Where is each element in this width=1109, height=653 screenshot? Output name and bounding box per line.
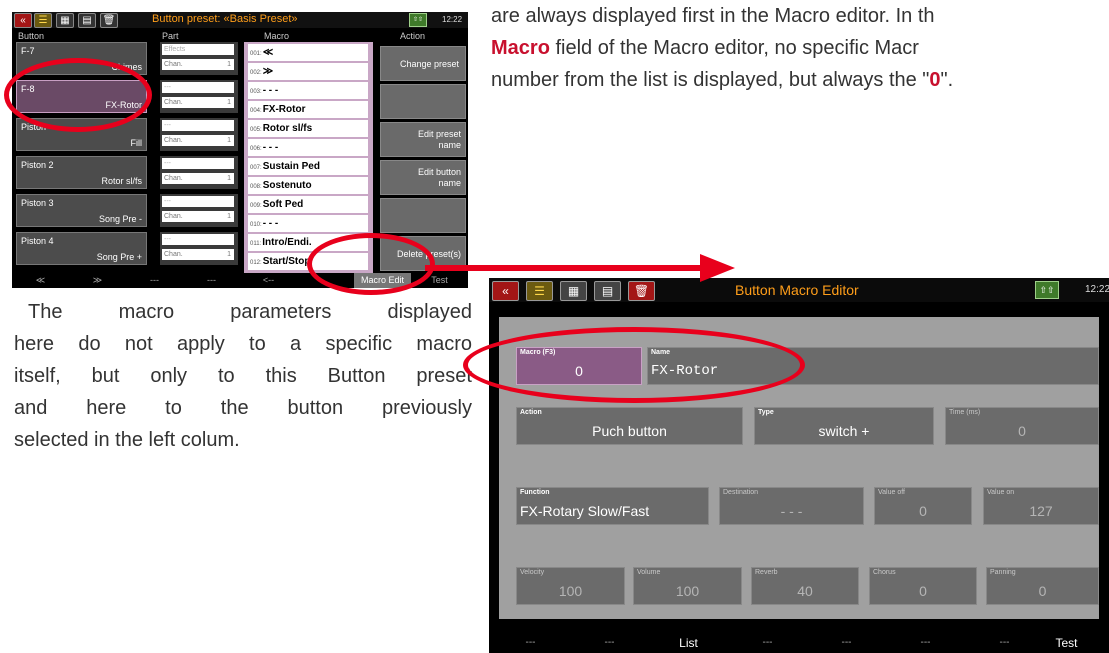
pointer-arrow <box>425 254 735 282</box>
